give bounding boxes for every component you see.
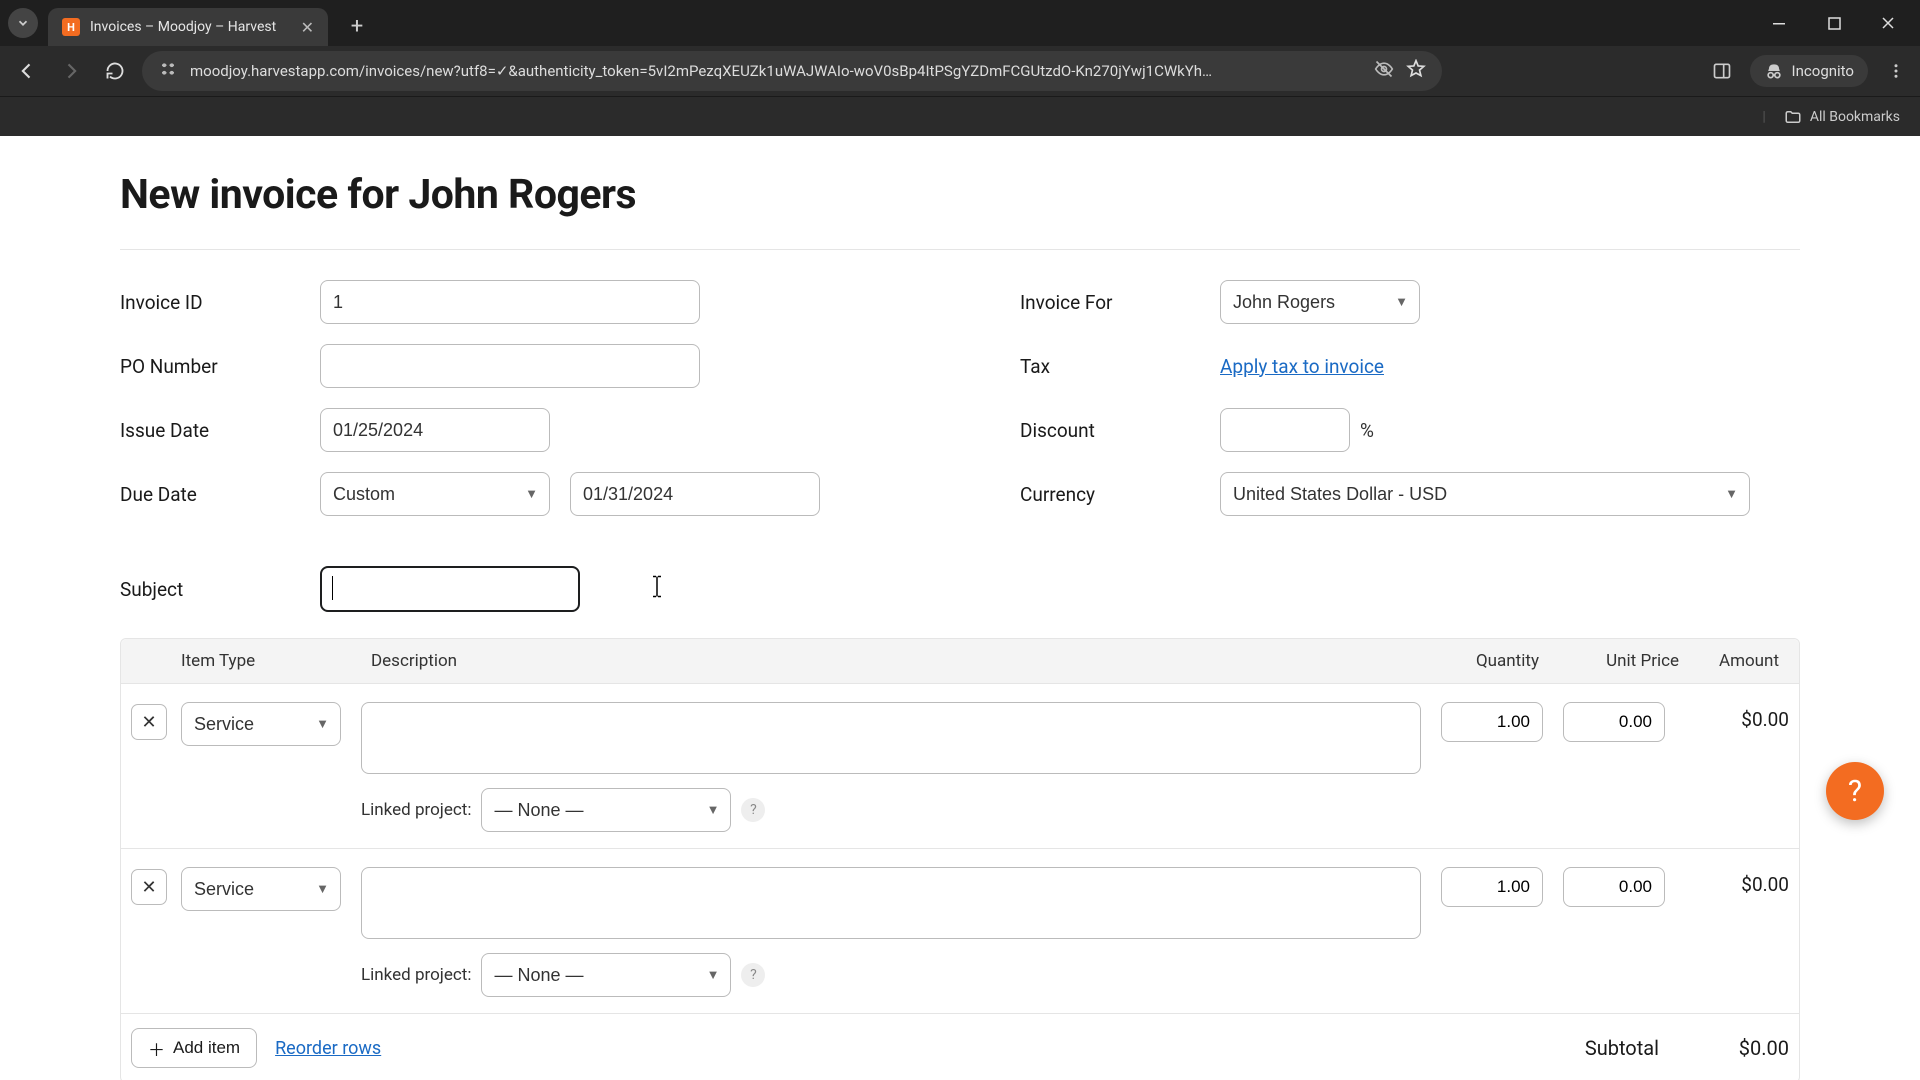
po-number-label: PO Number: [120, 355, 320, 378]
url-text: moodjoy.harvestapp.com/invoices/new?utf8…: [190, 62, 1362, 80]
due-date-label: Due Date: [120, 483, 320, 506]
currency-label: Currency: [1020, 483, 1220, 506]
help-icon[interactable]: ?: [741, 798, 765, 822]
tab-title: Invoices – Moodjoy – Harvest: [90, 19, 276, 35]
table-header: Item Type Description Quantity Unit Pric…: [121, 639, 1799, 683]
th-unit-price: Unit Price: [1539, 651, 1679, 671]
harvest-favicon: H: [62, 18, 80, 36]
text-cursor: [332, 576, 333, 600]
add-item-label: Add item: [173, 1038, 240, 1058]
quantity-input[interactable]: [1441, 702, 1543, 742]
remove-row-button[interactable]: ✕: [131, 704, 167, 740]
th-quantity: Quantity: [1409, 651, 1539, 671]
linked-project-label: Linked project:: [361, 965, 471, 985]
profile-dropdown-icon[interactable]: [8, 8, 38, 38]
all-bookmarks-button[interactable]: All Bookmarks: [1784, 108, 1900, 126]
invoice-for-select[interactable]: [1220, 280, 1420, 324]
window-close-icon[interactable]: [1862, 5, 1914, 41]
discount-input[interactable]: [1220, 408, 1350, 452]
text-cursor-icon: [652, 576, 662, 603]
new-tab-button[interactable]: +: [342, 11, 372, 41]
issue-date-label: Issue Date: [120, 419, 320, 442]
th-item-type: Item Type: [181, 651, 371, 671]
remove-row-button[interactable]: ✕: [131, 869, 167, 905]
help-fab-button[interactable]: ?: [1826, 762, 1884, 820]
site-settings-icon[interactable]: [158, 60, 178, 82]
close-tab-icon[interactable]: ✕: [301, 18, 314, 37]
currency-select[interactable]: [1220, 472, 1750, 516]
help-icon[interactable]: ?: [741, 963, 765, 987]
plus-icon: ＋: [148, 1036, 165, 1061]
back-icon[interactable]: [10, 54, 44, 88]
linked-project-select[interactable]: [481, 953, 731, 997]
tax-label: Tax: [1020, 355, 1220, 378]
incognito-chip[interactable]: Incognito: [1750, 55, 1868, 87]
bookmark-star-icon[interactable]: [1406, 59, 1426, 83]
unit-price-input[interactable]: [1563, 702, 1665, 742]
panel-icon[interactable]: [1708, 57, 1736, 85]
issue-date-input[interactable]: [320, 408, 550, 452]
window-maximize-icon[interactable]: [1808, 5, 1860, 41]
discount-label: Discount: [1020, 419, 1220, 442]
table-footer: ＋ Add item Reorder rows Subtotal $0.00: [121, 1013, 1799, 1080]
item-type-select[interactable]: [181, 867, 341, 911]
invoice-id-input[interactable]: [320, 280, 700, 324]
table-row: ✕ ▼ Linked project: ▼ ?: [121, 848, 1799, 1013]
incognito-label: Incognito: [1792, 62, 1854, 80]
reorder-rows-link[interactable]: Reorder rows: [275, 1038, 381, 1059]
url-bar[interactable]: moodjoy.harvestapp.com/invoices/new?utf8…: [142, 51, 1442, 91]
quantity-input[interactable]: [1441, 867, 1543, 907]
row-amount: $0.00: [1689, 867, 1789, 896]
row-amount: $0.00: [1689, 702, 1789, 731]
due-date-input[interactable]: [570, 472, 820, 516]
description-input[interactable]: [361, 867, 1421, 939]
browser-address-bar: moodjoy.harvestapp.com/invoices/new?utf8…: [0, 46, 1920, 96]
reload-icon[interactable]: [98, 54, 132, 88]
th-description: Description: [371, 651, 1409, 671]
subtotal-label: Subtotal: [1585, 1036, 1659, 1060]
linked-project-label: Linked project:: [361, 800, 471, 820]
line-items-table: Item Type Description Quantity Unit Pric…: [120, 638, 1800, 1080]
subtotal-value: $0.00: [1679, 1036, 1789, 1060]
browser-tab[interactable]: H Invoices – Moodjoy – Harvest ✕: [48, 8, 328, 46]
invoice-id-label: Invoice ID: [120, 291, 320, 314]
divider: [120, 249, 1800, 250]
eye-off-icon[interactable]: [1374, 59, 1394, 83]
apply-tax-link[interactable]: Apply tax to invoice: [1220, 355, 1384, 378]
po-number-input[interactable]: [320, 344, 700, 388]
linked-project-select[interactable]: [481, 788, 731, 832]
all-bookmarks-label: All Bookmarks: [1810, 109, 1900, 125]
bookmarks-bar: | All Bookmarks: [0, 96, 1920, 136]
description-input[interactable]: [361, 702, 1421, 774]
kebab-menu-icon[interactable]: [1882, 57, 1910, 85]
unit-price-input[interactable]: [1563, 867, 1665, 907]
th-amount: Amount: [1679, 651, 1789, 671]
page-title: New invoice for John Rogers: [120, 171, 1800, 219]
forward-icon: [54, 54, 88, 88]
discount-unit: %: [1360, 419, 1374, 442]
due-date-mode-select[interactable]: [320, 472, 550, 516]
add-item-button[interactable]: ＋ Add item: [131, 1028, 257, 1068]
subject-input[interactable]: [320, 566, 580, 612]
invoice-for-label: Invoice For: [1020, 291, 1220, 314]
subject-label: Subject: [120, 578, 320, 601]
item-type-select[interactable]: [181, 702, 341, 746]
browser-tab-bar: H Invoices – Moodjoy – Harvest ✕ +: [0, 0, 1920, 46]
window-minimize-icon[interactable]: [1754, 5, 1806, 41]
table-row: ✕ ▼ Linked project: ▼ ?: [121, 683, 1799, 848]
